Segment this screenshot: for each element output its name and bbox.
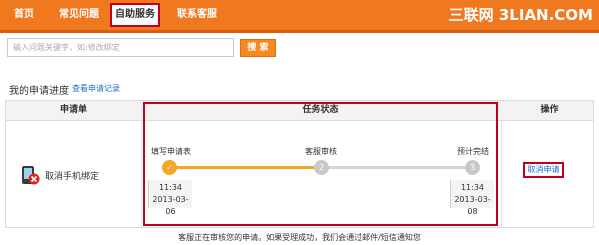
step-label: 预计完结 [457,147,489,156]
view-history-link[interactable]: 查看申请记录 [72,83,120,94]
step-timestamp: 11:34 2013-03-06 [148,180,192,216]
site-logo: 三联网 3LIAN.COM [448,6,593,24]
nav-item-self-service[interactable]: 自助服务 [110,3,160,27]
task-status-panel: 填写申请表 客服审核 预计完结 ✓ 2 3 11:34 2013-03-06 1… [143,102,498,226]
cancel-application-link[interactable]: 取消申请 [523,162,564,178]
status-notice: 客服正在审核您的申请。如果受理成功，我们会通过邮件/短信通知您 [178,233,421,242]
application-table: 申请单 任务状态 操作 取消手机绑定 填写申请表 客服审核 预计完结 ✓ 2 3… [5,100,594,228]
column-divider [501,121,502,227]
step-timestamp: 11:34 2013-03-08 [450,180,494,216]
section-title: 我的申请进度 [9,86,69,97]
column-header-form: 申请单 [59,105,87,115]
step-label: 填写申请表 [151,147,191,156]
step-done-check-icon: ✓ [162,160,177,175]
step-label: 客服审核 [305,147,337,156]
step-time: 11:34 [460,183,485,192]
step-marker: 3 [465,160,480,175]
step-time: 11:34 [158,183,183,192]
nav-item-home[interactable]: 首页 [8,0,40,30]
nav-item-contact-service[interactable]: 联系客服 [172,0,222,30]
nav-item-faq[interactable]: 常见问题 [54,0,104,30]
search-button[interactable]: 搜 索 [240,39,276,57]
step-date: 2013-03-06 [152,195,189,216]
phone-cancel-icon [20,165,40,185]
step-date: 2013-03-08 [454,195,491,216]
application-name: 取消手机绑定 [45,172,100,182]
top-nav-bar: 首页 常见问题 自助服务 联系客服 三联网 3LIAN.COM [0,0,599,30]
column-divider [141,121,142,227]
nav-divider [0,30,599,33]
step-marker: 2 [314,160,329,175]
column-header-action: 操作 [540,105,559,115]
progress-track-pending [321,166,471,169]
progress-track-done [169,166,321,169]
search-input[interactable]: 输入问题关键字，如:修改绑定 [7,38,234,57]
